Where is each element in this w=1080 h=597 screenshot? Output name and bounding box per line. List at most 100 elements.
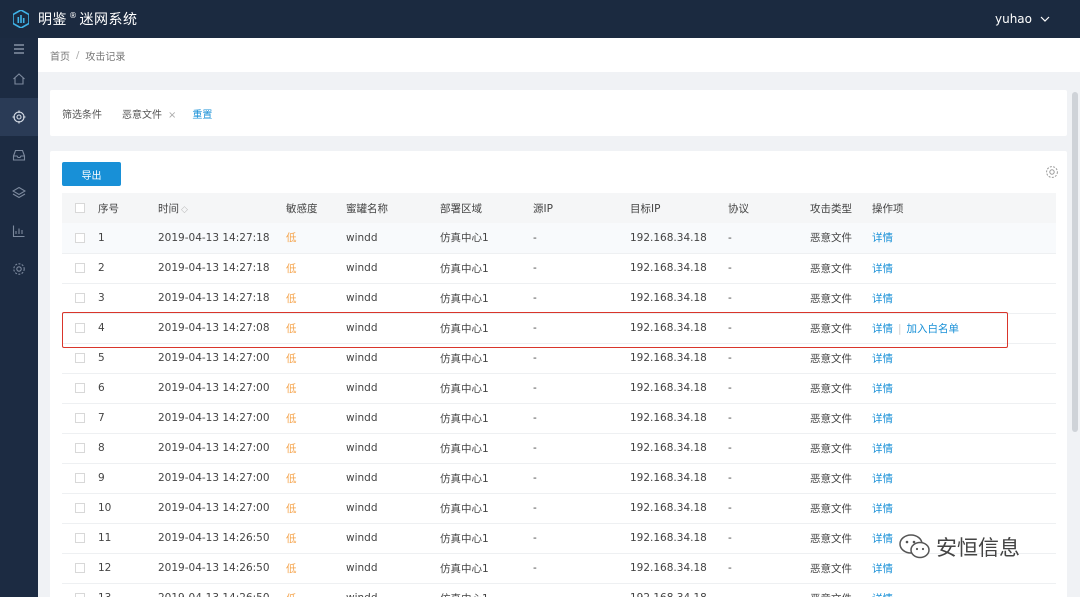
- add-whitelist-link[interactable]: 加入白名单: [907, 323, 960, 335]
- cell-ops: 详情: [872, 433, 1056, 464]
- checkbox[interactable]: [75, 203, 85, 213]
- header-select-all[interactable]: [62, 193, 98, 223]
- cell-seq: 1: [98, 223, 158, 254]
- table-row[interactable]: 10 2019-04-13 14:27:00 低 windd 仿真中心1-192.168…: [62, 493, 1056, 524]
- checkbox[interactable]: [75, 323, 85, 333]
- detail-link[interactable]: 详情: [872, 533, 893, 545]
- breadcrumb-home[interactable]: 首页: [50, 48, 70, 63]
- scrollbar[interactable]: [1070, 72, 1080, 597]
- cell-select: [62, 373, 98, 404]
- cell-ops: 详情: [872, 343, 1056, 374]
- cell-zone: 仿真中心1: [440, 313, 533, 344]
- gear-icon: [13, 263, 25, 275]
- cell-ops: 详情: [872, 583, 1056, 597]
- checkbox[interactable]: [75, 593, 85, 597]
- cell-seq: 10: [98, 493, 158, 524]
- cell-seq: 2: [98, 253, 158, 284]
- checkbox[interactable]: [75, 232, 85, 243]
- scrollbar-thumb[interactable]: [1072, 92, 1078, 432]
- cell-level: 低: [286, 463, 346, 494]
- detail-link[interactable]: 详情: [872, 353, 893, 365]
- cell-level: 低: [286, 373, 346, 404]
- checkbox[interactable]: [75, 353, 85, 363]
- cell-trap: windd: [346, 403, 440, 434]
- header-time-label: 时间: [158, 202, 179, 215]
- filter-panel: 筛选条件 恶意文件 × 重置: [50, 90, 1067, 136]
- cell-time: 2019-04-13 14:27:18: [158, 253, 286, 284]
- cell-ops: 详情: [872, 463, 1056, 494]
- app-name: 明鉴: [38, 12, 67, 28]
- chevron-down-icon: [1040, 16, 1050, 22]
- checkbox[interactable]: [75, 383, 85, 393]
- checkbox[interactable]: [75, 533, 85, 543]
- detail-link[interactable]: 详情: [872, 323, 893, 335]
- sidebar-item-layers[interactable]: [0, 174, 38, 212]
- user-menu[interactable]: yuhao: [995, 0, 1050, 38]
- gear-icon[interactable]: [1045, 165, 1059, 179]
- cell-dst: 192.168.34.18: [630, 403, 728, 434]
- checkbox[interactable]: [75, 503, 85, 513]
- cell-select: [62, 553, 98, 584]
- close-icon[interactable]: ×: [168, 110, 176, 121]
- cell-select: [62, 343, 98, 374]
- detail-link[interactable]: 详情: [872, 413, 893, 425]
- sidebar-item-inbox[interactable]: [0, 136, 38, 174]
- detail-link[interactable]: 详情: [872, 263, 893, 275]
- checkbox[interactable]: [75, 263, 85, 273]
- checkbox[interactable]: [75, 563, 85, 573]
- detail-link[interactable]: 详情: [872, 593, 893, 597]
- cell-time: 2019-04-13 14:27:00: [158, 433, 286, 464]
- checkbox[interactable]: [75, 413, 85, 423]
- detail-link[interactable]: 详情: [872, 503, 893, 515]
- table-row[interactable]: 8 2019-04-13 14:27:00 低 windd 仿真中心1-192.168.…: [62, 433, 1056, 464]
- sort-icon[interactable]: ◇: [181, 205, 188, 215]
- detail-link[interactable]: 详情: [872, 293, 893, 305]
- header-zone: 部署区域: [440, 193, 533, 223]
- detail-link[interactable]: 详情: [872, 563, 893, 575]
- checkbox[interactable]: [75, 443, 85, 453]
- table-row[interactable]: 2 2019-04-13 14:27:18 低 windd 仿真中心1-192.168.…: [62, 253, 1056, 284]
- cell-level: 低: [286, 283, 346, 314]
- table-row[interactable]: 9 2019-04-13 14:27:00 低 windd 仿真中心1-192.168.…: [62, 463, 1056, 494]
- sidebar-item-home[interactable]: [0, 60, 38, 98]
- cell-proto: -: [728, 463, 810, 494]
- table-row[interactable]: 132019-04-13 14:26:50低windd仿真中心1-192.168…: [62, 583, 1056, 597]
- breadcrumb-current: 攻击记录: [85, 51, 126, 63]
- filter-tag: 恶意文件 ×: [122, 106, 176, 121]
- detail-link[interactable]: 详情: [872, 232, 893, 244]
- sidebar-item-attack[interactable]: [0, 98, 38, 136]
- cell-select: [62, 583, 98, 597]
- cell-level: 低: [286, 433, 346, 464]
- table-row[interactable]: 5 2019-04-13 14:27:00 低 windd 仿真中心1-192.168.…: [62, 343, 1056, 374]
- cell-trap: windd: [346, 313, 440, 344]
- sidebar: [0, 38, 38, 597]
- checkbox[interactable]: [75, 293, 85, 303]
- cell-time: 2019-04-13 14:27:18: [158, 283, 286, 314]
- cell-level: 低: [286, 343, 346, 374]
- cell-type: 恶意文件: [810, 313, 872, 344]
- detail-link[interactable]: 详情: [872, 383, 893, 395]
- export-button[interactable]: 导出: [62, 162, 121, 186]
- table-row[interactable]: 7 2019-04-13 14:27:00 低 windd 仿真中心1-192.168.…: [62, 403, 1056, 434]
- sidebar-item-report[interactable]: [0, 212, 38, 250]
- sidebar-item-settings[interactable]: [0, 250, 38, 288]
- table-row[interactable]: 1 2019-04-13 14:27:18 低 windd 仿真中心1-192.168.…: [62, 223, 1056, 254]
- cell-type: 恶意文件: [810, 373, 872, 404]
- table-row[interactable]: 3 2019-04-13 14:27:18 低 windd 仿真中心1-192.168.…: [62, 283, 1056, 314]
- cell-time: 2019-04-13 14:27:00: [158, 403, 286, 434]
- cell-trap: windd: [346, 433, 440, 464]
- detail-link[interactable]: 详情: [872, 473, 893, 485]
- table-row[interactable]: 4 2019-04-13 14:27:08 低 windd 仿真中心1-192.168.…: [62, 313, 1056, 344]
- cell-time: 2019-04-13 14:26:50: [158, 583, 286, 597]
- detail-link[interactable]: 详情: [872, 443, 893, 455]
- header-time[interactable]: 时间 ◇: [158, 193, 286, 223]
- reset-button[interactable]: 重置: [192, 106, 212, 121]
- cell-proto: -: [728, 553, 810, 584]
- cell-ops: 详情: [872, 493, 1056, 524]
- cell-proto: -: [728, 283, 810, 314]
- table-row[interactable]: 6 2019-04-13 14:27:00 低 windd 仿真中心1-192.168.…: [62, 373, 1056, 404]
- checkbox[interactable]: [75, 473, 85, 483]
- cell-src: -: [533, 253, 630, 284]
- menu-toggle[interactable]: [0, 38, 38, 60]
- cell-proto: -: [728, 313, 810, 344]
